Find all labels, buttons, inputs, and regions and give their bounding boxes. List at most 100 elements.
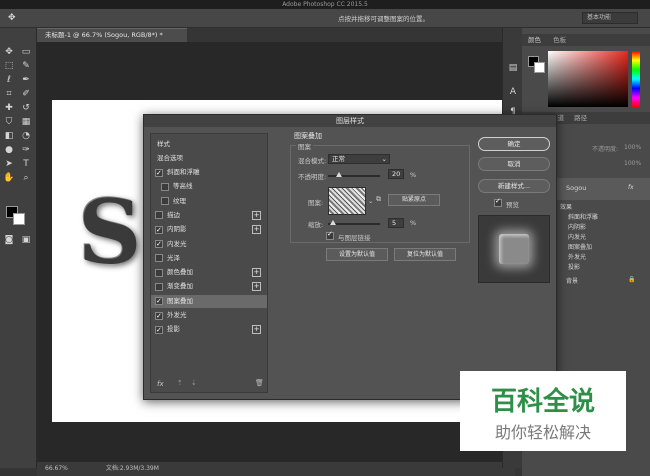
style-checkbox[interactable]	[155, 238, 163, 251]
hand-tool-icon[interactable]: ✋	[3, 172, 15, 184]
styles-header[interactable]: 样式	[151, 138, 267, 151]
add-style-icon[interactable]: +	[252, 225, 261, 235]
style-row[interactable]: 光泽	[151, 252, 267, 265]
scale-input[interactable]: 5	[388, 218, 404, 228]
add-style-icon[interactable]: +	[252, 282, 261, 292]
blend-mode-select[interactable]: 正常 ⌄	[328, 154, 390, 164]
effect-inner-shadow[interactable]: 内阴影	[568, 222, 586, 231]
history-icon[interactable]: ▤	[507, 62, 519, 74]
reset-default-button[interactable]: 复位为默认值	[394, 248, 456, 261]
link-with-layer-checkbox[interactable]	[326, 230, 334, 240]
watermark-subtitle: 助你轻松解决	[494, 423, 591, 442]
style-row[interactable]: 等高线	[151, 180, 267, 193]
blending-options[interactable]: 混合选项	[151, 152, 267, 165]
style-row[interactable]: 纹理	[151, 195, 267, 208]
opacity-value[interactable]: 100%	[624, 144, 641, 151]
set-default-button[interactable]: 设置为默认值	[326, 248, 388, 261]
opacity-slider-thumb[interactable]	[336, 172, 342, 177]
eraser-tool-icon[interactable]: ◧	[3, 130, 15, 142]
color-picker-field[interactable]	[548, 51, 628, 107]
move-down-icon[interactable]: ⇣	[191, 379, 197, 387]
style-row[interactable]: 图案叠加	[151, 294, 267, 308]
lasso-tool-icon[interactable]: ℓ	[3, 74, 15, 86]
character-icon[interactable]: A	[507, 86, 519, 98]
snap-origin-button[interactable]: 贴紧原点	[388, 194, 440, 206]
fx-menu-icon[interactable]: fx	[157, 380, 164, 388]
style-row[interactable]: 内发光	[151, 238, 267, 251]
pattern-swatch[interactable]	[328, 187, 366, 215]
style-checkbox[interactable]	[155, 254, 163, 263]
zoom-level[interactable]: 66.67%	[45, 465, 68, 472]
document-tab[interactable]: 未标题-1 @ 66.7% (Sogou, RGB/8*) *	[37, 28, 187, 42]
pen-tool-icon[interactable]: ✑	[20, 144, 32, 156]
style-checkbox[interactable]	[161, 197, 169, 206]
effect-outer-glow[interactable]: 外发光	[568, 252, 586, 261]
style-checkbox[interactable]	[155, 224, 163, 237]
app-title: Adobe Photoshop CC 2015.5	[282, 1, 368, 8]
fill-value[interactable]: 100%	[624, 160, 641, 167]
preview-checkbox[interactable]	[494, 197, 502, 207]
artboard-tool-icon[interactable]: ▭	[20, 46, 32, 58]
scale-slider-thumb[interactable]	[330, 220, 336, 225]
quick-select-tool-icon[interactable]: ✎	[20, 60, 32, 72]
panel-background-swatch[interactable]	[534, 62, 545, 73]
style-checkbox[interactable]	[155, 310, 163, 323]
blur-tool-icon[interactable]: ●	[3, 144, 15, 156]
trash-icon[interactable]: 🗑	[255, 379, 264, 387]
background-color-swatch[interactable]	[13, 213, 25, 225]
add-style-icon[interactable]: +	[252, 210, 261, 220]
style-checkbox[interactable]	[155, 324, 163, 337]
style-row[interactable]: 颜色叠加 +	[151, 266, 267, 279]
layer-background[interactable]: 背景	[566, 276, 578, 285]
new-preset-icon[interactable]: ⧉	[376, 195, 381, 204]
style-row[interactable]: 描边 +	[151, 209, 267, 222]
effect-bevel[interactable]: 斜面和浮雕	[568, 212, 598, 221]
group-label: 图案	[296, 141, 313, 151]
effect-drop-shadow[interactable]: 投影	[568, 262, 580, 271]
effect-inner-glow[interactable]: 内发光	[568, 232, 586, 241]
style-row[interactable]: 投影 +	[151, 323, 267, 337]
style-row[interactable]: 外发光	[151, 309, 267, 323]
brush-tool-icon[interactable]: ✐	[20, 88, 32, 100]
tab-swatches[interactable]: 色板	[553, 36, 566, 44]
doc-info[interactable]: 文档:2.93M/3.39M	[106, 465, 159, 472]
type-tool-icon[interactable]: T	[20, 158, 32, 170]
dodge-tool-icon[interactable]: ◔	[20, 130, 32, 142]
cancel-button[interactable]: 取消	[478, 157, 550, 171]
style-checkbox[interactable]	[155, 211, 163, 220]
healing-tool-icon[interactable]: ✚	[3, 102, 15, 114]
move-tool-icon[interactable]: ✥	[3, 46, 15, 58]
move-up-icon[interactable]: ⇡	[177, 379, 183, 387]
marquee-tool-icon[interactable]: ⬚	[3, 60, 15, 72]
eyedropper-tool-icon[interactable]: ✒	[20, 74, 32, 86]
tab-paths[interactable]: 路径	[574, 114, 587, 122]
style-checkbox[interactable]	[155, 268, 163, 277]
style-row[interactable]: 渐变叠加 +	[151, 280, 267, 293]
path-selection-tool-icon[interactable]: ➤	[3, 158, 15, 170]
history-brush-tool-icon[interactable]: ↺	[20, 102, 32, 114]
effects-label: 效果	[560, 204, 573, 211]
stamp-tool-icon[interactable]: ⛉	[3, 116, 15, 128]
tab-color[interactable]: 颜色	[528, 36, 541, 44]
add-style-icon[interactable]: +	[252, 325, 261, 335]
style-checkbox[interactable]	[155, 295, 163, 308]
crop-tool-icon[interactable]: ⌗	[3, 88, 15, 100]
ok-button[interactable]: 确定	[478, 137, 550, 151]
gradient-tool-icon[interactable]: ▦	[20, 116, 32, 128]
quick-mask-icon[interactable]: ◙	[3, 234, 15, 246]
style-checkbox[interactable]	[155, 282, 163, 291]
zoom-tool-icon[interactable]: ⌕	[20, 172, 32, 184]
workspace-select[interactable]: 基本功能	[582, 12, 638, 24]
opacity-input[interactable]: 20	[388, 169, 404, 179]
effect-pattern-overlay[interactable]: 图案叠加	[568, 242, 592, 251]
style-checkbox[interactable]	[155, 167, 163, 180]
add-style-icon[interactable]: +	[252, 268, 261, 278]
pattern-menu-chevron-icon[interactable]: ⌄	[368, 197, 373, 205]
new-style-button[interactable]: 新建样式...	[478, 179, 550, 193]
screen-mode-icon[interactable]: ▣	[20, 234, 32, 246]
move-tool-icon[interactable]: ✥	[8, 13, 16, 23]
style-checkbox[interactable]	[161, 182, 169, 191]
style-row[interactable]: 内阴影 +	[151, 223, 267, 237]
style-row[interactable]: 斜面和浮雕	[151, 166, 267, 180]
hue-slider[interactable]	[632, 51, 640, 107]
